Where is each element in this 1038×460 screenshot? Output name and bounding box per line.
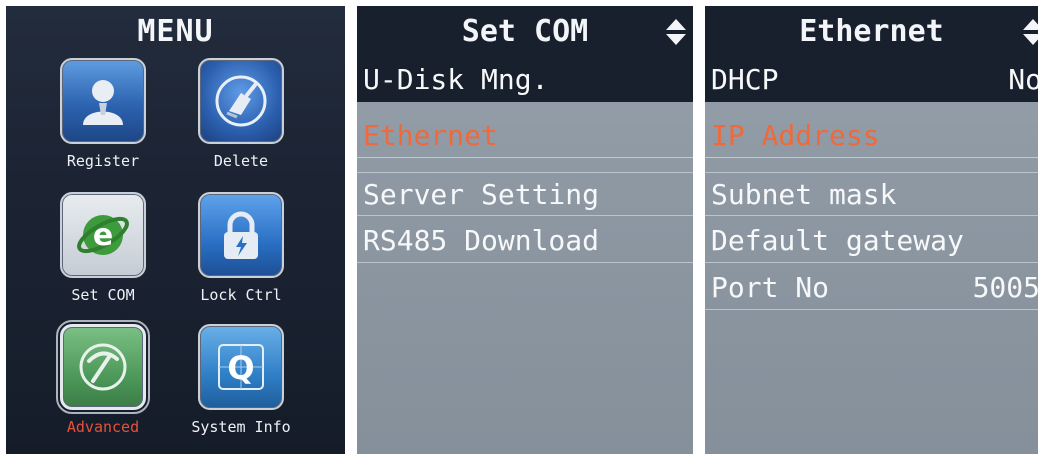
register-user-icon (60, 58, 146, 144)
port-no-label: Port No (711, 271, 830, 304)
dhcp-label: DHCP (711, 63, 779, 96)
list-item-port-no[interactable]: Port No 5005 (705, 266, 1038, 310)
ethernet-header: Ethernet (705, 6, 1038, 58)
ethernet-screen: Ethernet DHCP No IP Address Subnet mask … (705, 6, 1038, 454)
padlock-icon (198, 192, 284, 278)
scroll-updown-icon[interactable] (665, 18, 687, 46)
svg-text:Q: Q (227, 349, 254, 387)
list-item-dhcp[interactable]: DHCP No (705, 58, 1038, 102)
list-item-default-gateway[interactable]: Default gateway (705, 219, 1038, 263)
set-com-title: Set COM (461, 14, 589, 49)
menu-label-set-com: Set COM (71, 286, 135, 304)
delete-broom-icon (198, 58, 284, 144)
menu-item-delete[interactable]: Delete (176, 58, 306, 170)
menu-item-system-info[interactable]: Q System Info (176, 324, 306, 436)
menu-label-advanced: Advanced (66, 418, 140, 436)
set-com-screen: Set COM U-Disk Mng. Ethernet Server Sett… (357, 6, 693, 454)
menu-label-delete: Delete (213, 152, 269, 170)
menu-item-advanced[interactable]: Advanced (38, 320, 168, 436)
scroll-updown-icon[interactable] (1022, 18, 1038, 46)
list-item-ip-address[interactable]: IP Address (705, 114, 1038, 158)
list-item-u-disk-mng[interactable]: U-Disk Mng. (357, 58, 693, 102)
menu-screen: MENU Register Delete e Set COM Lock Ctrl… (6, 6, 345, 454)
menu-item-lock-ctrl[interactable]: Lock Ctrl (176, 192, 306, 304)
menu-label-lock-ctrl: Lock Ctrl (200, 286, 282, 304)
svg-text:e: e (93, 218, 113, 253)
menu-item-set-com[interactable]: e Set COM (38, 192, 168, 304)
list-item-subnet-mask[interactable]: Subnet mask (705, 172, 1038, 216)
list-item-ethernet[interactable]: Ethernet (357, 114, 693, 158)
set-com-header: Set COM (357, 6, 693, 58)
menu-label-register: Register (66, 152, 140, 170)
menu-title: MENU (137, 14, 214, 49)
info-q-icon: Q (198, 324, 284, 410)
ie-globe-icon: e (60, 192, 146, 278)
list-item-rs485-download[interactable]: RS485 Download (357, 219, 693, 263)
ethernet-title: Ethernet (799, 14, 944, 49)
port-no-value: 5005 (972, 271, 1038, 304)
pickaxe-icon (56, 320, 150, 414)
menu-label-system-info: System Info (191, 418, 291, 436)
menu-item-register[interactable]: Register (38, 58, 168, 170)
dhcp-value: No (1008, 63, 1038, 96)
list-item-server-setting[interactable]: Server Setting (357, 172, 693, 216)
